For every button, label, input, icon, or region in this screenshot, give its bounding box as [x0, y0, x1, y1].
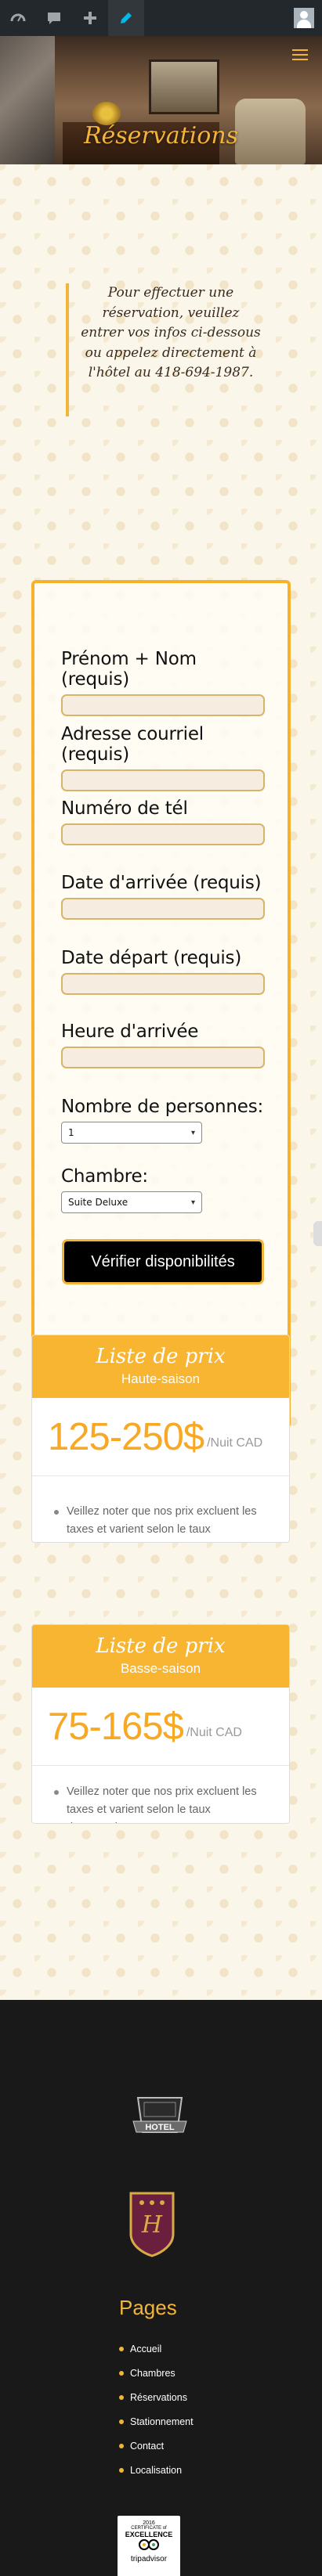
price-card-season: Haute-saison	[121, 1371, 201, 1386]
footer-link-contact[interactable]: Contact	[119, 2434, 194, 2458]
admin-bar	[0, 0, 322, 36]
departure-date-field: Date départ (requis)	[61, 948, 265, 995]
price-amount: 125-250$	[48, 1415, 204, 1458]
bullet-icon	[54, 1790, 59, 1795]
chevron-down-icon: ▾	[190, 1198, 195, 1207]
arrival-date-field: Date d'arrivée (requis)	[61, 873, 265, 920]
bullet-icon	[119, 2443, 124, 2448]
arrival-time-field: Heure d'arrivée	[61, 1021, 265, 1068]
price-row: 125-250$ /Nuit CAD	[32, 1398, 289, 1476]
footer-link-reservations[interactable]: Réservations	[119, 2385, 194, 2409]
field-label: Chambre:	[61, 1166, 148, 1187]
ta-excellence: EXCELLENCE	[125, 2531, 173, 2538]
footer-pages-list: Accueil Chambres Réservations Stationnem…	[119, 2336, 194, 2482]
email-field: Adresse courriel (requis)	[61, 724, 265, 791]
price-note-text: Veillez noter que nos prix excluent les …	[67, 1785, 257, 1823]
footer-link-stationnement[interactable]: Stationnement	[119, 2409, 194, 2434]
price-card-header: Liste de prix Haute-saison	[32, 1335, 289, 1398]
price-card-high-season: Liste de prix Haute-saison 125-250$ /Nui…	[31, 1335, 290, 1543]
phone-input[interactable]	[61, 823, 265, 845]
price-card-low-season: Liste de prix Basse-saison 75-165$ /Nuit…	[31, 1624, 290, 1824]
email-input[interactable]	[61, 769, 265, 791]
persons-field: Nombre de personnes: 1 ▾	[61, 1097, 265, 1144]
field-label: Date d'arrivée (requis)	[61, 873, 262, 893]
check-availability-button[interactable]: Vérifier disponibilités	[62, 1239, 264, 1284]
bullet-icon	[119, 2467, 124, 2473]
footer-link-label: Accueil	[130, 2343, 162, 2354]
footer-link-accueil[interactable]: Accueil	[119, 2336, 194, 2361]
bullet-icon	[119, 2419, 124, 2424]
price-amount: 75-165$	[48, 1705, 184, 1748]
field-label: Nombre de personnes:	[61, 1097, 264, 1117]
hamburger-icon[interactable]	[289, 44, 311, 66]
ta-year: 2016	[143, 2520, 155, 2526]
name-field: Prénom + Nom (requis)	[61, 649, 265, 716]
pencil-icon[interactable]	[108, 0, 144, 36]
bullet-icon	[119, 2346, 124, 2351]
owl-icon	[139, 2539, 159, 2550]
footer-link-label: Réservations	[130, 2391, 187, 2403]
price-card-title: Liste de prix	[96, 1345, 226, 1368]
chevron-down-icon: ▾	[190, 1128, 195, 1137]
footer-link-label: Stationnement	[130, 2416, 194, 2427]
persons-select[interactable]: 1 ▾	[61, 1122, 202, 1144]
field-label: Date départ (requis)	[61, 948, 242, 968]
price-note: Veillez noter que nos prix excluent les …	[32, 1766, 289, 1823]
intro-text: Pour effectuer une réservation, veuillez…	[66, 283, 262, 416]
field-label: Heure d'arrivée	[61, 1021, 199, 1042]
price-note-text: Veillez noter que nos prix excluent les …	[67, 1505, 257, 1542]
reservation-form: Prénom + Nom (requis) Adresse courriel (…	[31, 580, 291, 1429]
price-unit: /Nuit CAD	[207, 1436, 263, 1450]
price-note: Veillez noter que nos prix excluent les …	[32, 1476, 289, 1542]
comment-icon[interactable]	[36, 0, 72, 36]
hotel-logo[interactable]: HOTEL	[130, 2091, 190, 2146]
side-feedback-tab[interactable]	[313, 1221, 322, 1246]
bullet-icon	[119, 2370, 124, 2376]
field-label: Numéro de tél	[61, 798, 188, 819]
persons-selected: 1	[68, 1127, 74, 1138]
ta-brand: tripadvisor	[130, 2555, 168, 2563]
room-field: Chambre: Suite Deluxe ▾	[61, 1166, 265, 1213]
price-unit: /Nuit CAD	[186, 1725, 242, 1739]
phone-field: Numéro de tél	[61, 798, 265, 845]
price-card-header: Liste de prix Basse-saison	[32, 1625, 289, 1688]
bullet-icon	[119, 2394, 124, 2400]
departure-date-input[interactable]	[61, 973, 265, 995]
hero-header: Réservations	[0, 36, 322, 164]
hero-window	[149, 59, 219, 114]
price-card-season: Basse-saison	[120, 1661, 201, 1676]
price-row: 75-165$ /Nuit CAD	[32, 1688, 289, 1766]
footer-pages-title: Pages	[119, 2296, 177, 2319]
name-input[interactable]	[61, 694, 265, 716]
room-selected: Suite Deluxe	[68, 1197, 128, 1208]
dashboard-icon[interactable]	[0, 0, 36, 36]
field-label: Adresse courriel (requis)	[61, 724, 204, 765]
room-select[interactable]: Suite Deluxe ▾	[61, 1191, 202, 1213]
footer-link-label: Chambres	[130, 2367, 175, 2379]
page-title: Réservations	[83, 122, 239, 150]
footer-link-localisation[interactable]: Localisation	[119, 2458, 194, 2482]
arrival-time-input[interactable]	[61, 1047, 265, 1068]
site-footer: HOTEL H Pages Accueil Chambres Réservati…	[0, 2000, 322, 2576]
hotel-logo-text: HOTEL	[145, 2123, 175, 2132]
bullet-icon	[54, 1510, 59, 1515]
arrival-date-input[interactable]	[61, 898, 265, 920]
footer-link-chambres[interactable]: Chambres	[119, 2361, 194, 2385]
field-label: Prénom + Nom (requis)	[61, 649, 197, 690]
footer-link-label: Localisation	[130, 2464, 183, 2476]
crest-logo[interactable]: H	[126, 2185, 178, 2257]
tripadvisor-badge[interactable]: 2016 CERTIFICATE of EXCELLENCE tripadvis…	[118, 2516, 180, 2576]
main-content: Pour effectuer une réservation, veuillez…	[0, 164, 322, 2000]
footer-link-label: Contact	[130, 2440, 165, 2452]
avatar-icon[interactable]	[286, 0, 322, 36]
plus-icon[interactable]	[72, 0, 108, 36]
svg-text:H: H	[141, 2211, 163, 2239]
price-card-title: Liste de prix	[96, 1634, 226, 1658]
